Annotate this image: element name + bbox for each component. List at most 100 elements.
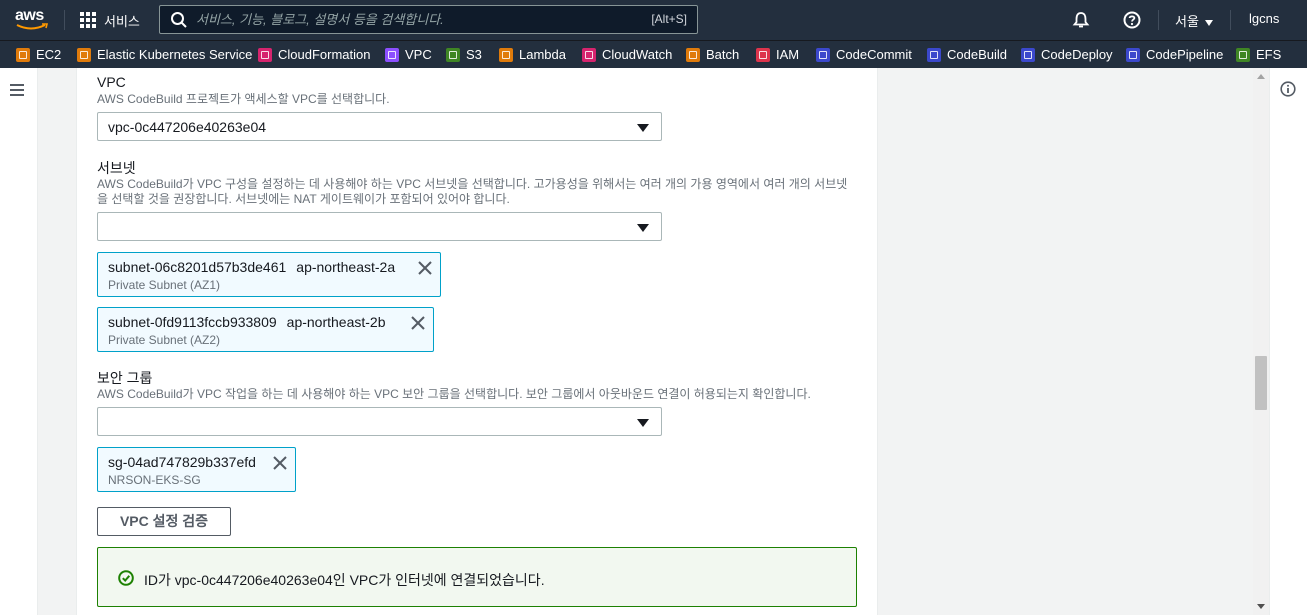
favorite-vpc[interactable]: VPC	[385, 47, 432, 62]
favorite-ec2[interactable]: EC2	[16, 47, 61, 62]
favorite-s3[interactable]: S3	[446, 47, 482, 62]
subnet-token: subnet-06c8201d57b3de461 ap-northeast-2a …	[97, 252, 441, 297]
subnet-az: ap-northeast-2b	[286, 314, 386, 330]
favorite-codedeploy[interactable]: CodeDeploy	[1021, 47, 1113, 62]
info-icon[interactable]	[1280, 81, 1296, 97]
region-label: 서울	[1175, 14, 1199, 29]
nav-divider	[64, 10, 65, 30]
s3-icon	[446, 47, 460, 62]
security-group-select[interactable]	[97, 407, 662, 436]
subnet-token-title: subnet-06c8201d57b3de461 ap-northeast-2a	[108, 259, 395, 275]
notification-bell-icon[interactable]	[1072, 11, 1090, 29]
favorite-codecommit[interactable]: CodeCommit	[816, 47, 912, 62]
caret-down-icon	[637, 224, 649, 232]
lambda-icon	[499, 47, 513, 62]
cloudformation-icon	[258, 47, 272, 62]
search-input[interactable]	[196, 12, 626, 27]
search-icon	[171, 11, 187, 28]
favorite-eks[interactable]: Elastic Kubernetes Service	[77, 47, 252, 62]
top-navigation: aws 서비스 [Alt+S] 서울 lgcns	[0, 0, 1307, 40]
account-menu[interactable]: lgcns	[1249, 11, 1279, 26]
vpc-select[interactable]: vpc-0c447206e40263e04	[97, 112, 662, 141]
remove-token-close-icon[interactable]	[417, 260, 433, 276]
favorite-codebuild[interactable]: CodeBuild	[927, 47, 1007, 62]
favorite-efs[interactable]: EFS	[1236, 47, 1281, 62]
iam-icon	[756, 47, 770, 62]
favorite-iam[interactable]: IAM	[756, 47, 799, 62]
success-message: ID가 vpc-0c447206e40263e04인 VPC가 인터넷에 연결되…	[144, 572, 545, 588]
eks-icon	[77, 47, 91, 62]
success-alert: ID가 vpc-0c447206e40263e04인 VPC가 인터넷에 연결되…	[97, 547, 857, 607]
favorite-codepipeline[interactable]: CodePipeline	[1126, 47, 1223, 62]
favorite-lambda[interactable]: Lambda	[499, 47, 566, 62]
scroll-thumb[interactable]	[1255, 356, 1267, 410]
page-scrollbar[interactable]	[1253, 68, 1269, 615]
services-label: 서비스	[104, 13, 140, 29]
favorite-label: EC2	[36, 47, 62, 62]
services-menu-button[interactable]: 서비스	[80, 10, 140, 30]
caret-down-icon	[637, 419, 649, 427]
subnet-label: 서브넷	[97, 160, 136, 176]
aws-logo[interactable]: aws	[14, 7, 50, 33]
favorite-label: Elastic Kubernetes Service	[97, 47, 253, 62]
account-label: lgcns	[1249, 11, 1280, 26]
favorite-label: Batch	[706, 47, 740, 62]
codecommit-icon	[816, 47, 830, 62]
chevron-down-icon	[1204, 19, 1213, 26]
vpc-label: VPC	[97, 74, 126, 90]
security-group-name: NRSON-EKS-SG	[108, 473, 201, 487]
subnet-select[interactable]	[97, 212, 662, 241]
remove-token-close-icon[interactable]	[272, 455, 288, 471]
codepipeline-icon	[1126, 47, 1140, 62]
content-background	[878, 68, 1253, 615]
caret-down-icon	[637, 124, 649, 132]
right-help-rail	[1269, 68, 1307, 615]
ec2-icon	[16, 47, 30, 62]
favorite-label: CodeBuild	[947, 47, 1007, 62]
favorite-batch[interactable]: Batch	[686, 47, 739, 62]
batch-icon	[686, 47, 700, 62]
subnet-token-title: subnet-0fd9113fccb933809 ap-northeast-2b	[108, 314, 386, 330]
security-group-label: 보안 그룹	[97, 370, 153, 386]
security-group-id: sg-04ad747829b337efd	[108, 454, 256, 470]
success-check-icon	[118, 570, 134, 586]
hamburger-menu-icon[interactable]	[10, 84, 24, 96]
codebuild-icon	[927, 47, 941, 62]
favorite-label: VPC	[405, 47, 432, 62]
scroll-down-arrow-icon[interactable]	[1257, 604, 1265, 609]
subnet-name: Private Subnet (AZ2)	[108, 333, 221, 347]
favorites-bar: EC2 Elastic Kubernetes Service CloudForm…	[0, 40, 1307, 68]
favorite-label: S3	[466, 47, 482, 62]
search-bar[interactable]: [Alt+S]	[159, 5, 698, 34]
favorite-label: IAM	[776, 47, 800, 62]
security-group-description: AWS CodeBuild가 VPC 작업을 하는 데 사용해야 하는 VPC …	[97, 387, 811, 401]
favorite-label: EFS	[1256, 47, 1282, 62]
help-icon[interactable]	[1123, 11, 1141, 29]
favorite-cloudwatch[interactable]: CloudWatch	[582, 47, 672, 62]
cloudwatch-icon	[582, 47, 596, 62]
favorite-label: CodeCommit	[836, 47, 912, 62]
favorite-label: CloudWatch	[602, 47, 673, 62]
vpc-icon	[385, 47, 399, 62]
nav-divider	[1158, 10, 1159, 30]
efs-icon	[1236, 47, 1250, 62]
favorite-label: CloudFormation	[278, 47, 371, 62]
scroll-up-arrow-icon[interactable]	[1257, 74, 1265, 79]
search-shortcut: [Alt+S]	[651, 12, 687, 26]
favorite-label: Lambda	[519, 47, 566, 62]
subnet-id: subnet-06c8201d57b3de461	[108, 259, 287, 275]
vpc-select-value: vpc-0c447206e40263e04	[108, 119, 267, 135]
codedeploy-icon	[1021, 47, 1035, 62]
aws-smile-icon	[16, 23, 48, 30]
remove-token-close-icon[interactable]	[410, 315, 426, 331]
favorite-cloudformation[interactable]: CloudFormation	[258, 47, 371, 62]
favorite-label: CodeDeploy	[1041, 47, 1113, 62]
region-selector[interactable]: 서울	[1175, 11, 1213, 30]
nav-divider	[1230, 10, 1231, 30]
subnet-token: subnet-0fd9113fccb933809 ap-northeast-2b …	[97, 307, 434, 352]
subnet-az: ap-northeast-2a	[296, 259, 396, 275]
subnet-id: subnet-0fd9113fccb933809	[108, 314, 277, 330]
subnet-name: Private Subnet (AZ1)	[108, 278, 221, 292]
validate-vpc-settings-button[interactable]: VPC 설정 검증	[97, 507, 231, 536]
left-navigation-rail	[0, 68, 38, 615]
